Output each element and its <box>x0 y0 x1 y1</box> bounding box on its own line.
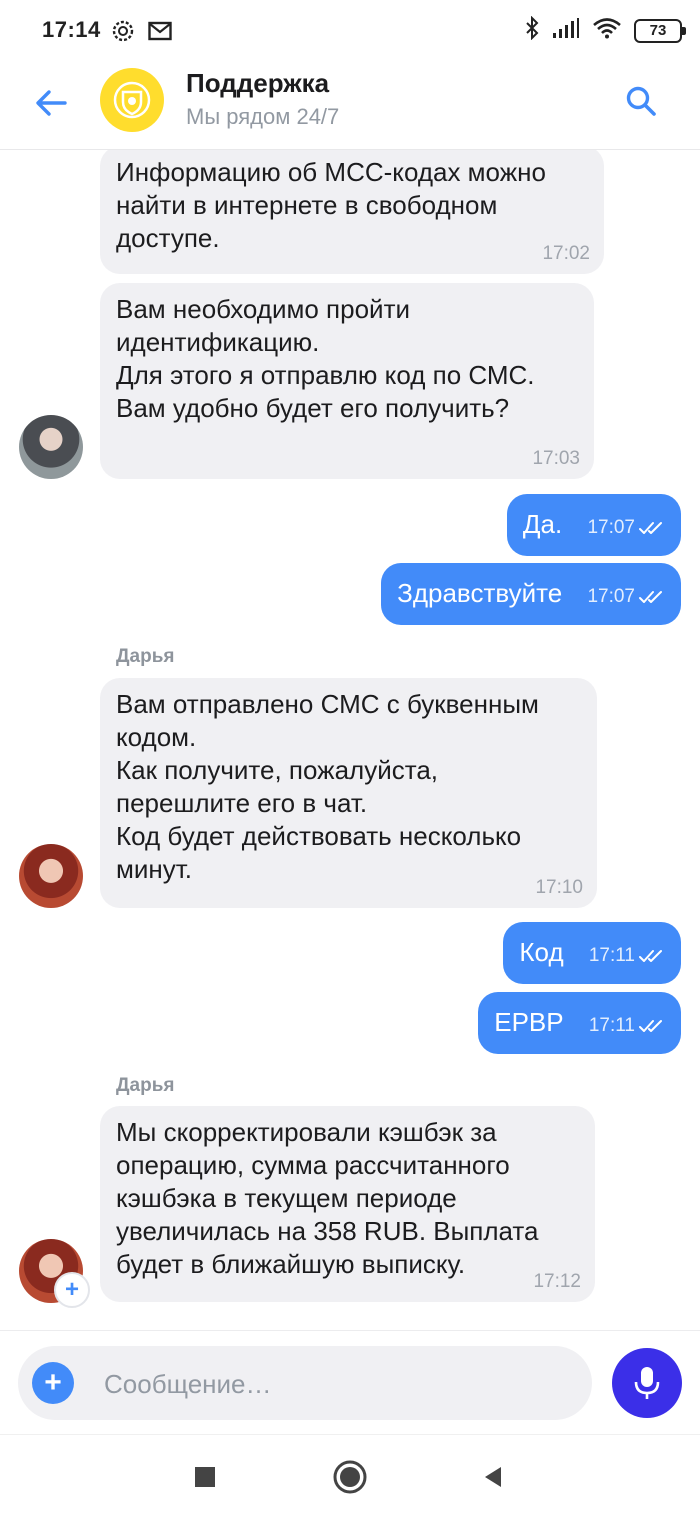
status-time: 17:14 <box>42 17 101 42</box>
wifi-icon <box>592 17 622 44</box>
message-time: 17:11 <box>588 1015 635 1036</box>
home-circle-icon <box>333 1460 367 1494</box>
message-meta: 17:11 <box>589 939 665 972</box>
mail-icon <box>148 21 172 46</box>
status-bar: 17:14 73 <box>0 0 700 62</box>
bank-logo[interactable] <box>100 68 164 132</box>
status-right-icons: 73 <box>524 15 686 45</box>
status-left-icons <box>110 18 172 49</box>
microphone-icon <box>634 1367 660 1399</box>
message-text: Вам необходимо пройти идентификацию. Для… <box>116 294 535 423</box>
double-check-icon <box>639 590 662 603</box>
battery-icon: 73 <box>634 18 686 43</box>
message-time: 17:07 <box>587 517 635 538</box>
message-bubble-outgoing[interactable]: Здравствуйте 17:07 <box>381 563 681 625</box>
message-text: ЕРВР <box>494 1007 564 1037</box>
attach-button[interactable]: + <box>32 1362 74 1404</box>
message-text: Да. <box>522 509 563 539</box>
double-check-icon <box>639 949 662 962</box>
search-button[interactable] <box>618 78 664 124</box>
signal-icon <box>552 17 580 44</box>
agent-avatar[interactable] <box>19 415 83 479</box>
chat-subtitle: Мы рядом 24/7 <box>186 104 340 129</box>
chat-header: Поддержка Мы рядом 24/7 <box>0 62 700 150</box>
message-time: 17:02 <box>542 243 590 264</box>
message-meta: 17:07 <box>587 511 665 544</box>
message-time: 17:10 <box>535 877 583 898</box>
message-bubble-outgoing[interactable]: Код 17:11 <box>503 922 681 984</box>
chat-thread[interactable]: Информацию об МСС-кодах можно найти в ин… <box>0 150 700 1330</box>
square-icon <box>195 1467 215 1487</box>
back-nav-button[interactable] <box>473 1457 513 1497</box>
message-bubble-incoming[interactable]: Мы скорректировали кэшбэк за операцию, с… <box>100 1106 595 1302</box>
bluetooth-icon <box>524 15 540 45</box>
message-input[interactable] <box>104 1368 564 1400</box>
message-time: 17:11 <box>588 945 635 966</box>
message-time: 17:12 <box>533 1271 581 1292</box>
message-bubble-incoming[interactable]: Вам отправлено СМС с буквенным кодом. Ка… <box>100 678 597 908</box>
message-text: Мы скорректировали кэшбэк за операцию, с… <box>116 1117 539 1279</box>
triangle-back-icon <box>485 1467 501 1487</box>
message-time: 17:07 <box>587 586 635 607</box>
message-composer: + <box>0 1330 700 1434</box>
message-bubble-incoming[interactable]: Информацию об МСС-кодах можно найти в ин… <box>100 150 604 274</box>
agent-avatar[interactable] <box>19 844 83 908</box>
message-text: Вам отправлено СМС с буквенным кодом. Ка… <box>116 689 539 884</box>
system-navigation-bar <box>0 1434 700 1517</box>
sender-name: Дарья <box>116 1075 175 1096</box>
message-meta: 17:11 <box>589 1009 665 1042</box>
message-bubble-incoming[interactable]: Вам необходимо пройти идентификацию. Для… <box>100 283 594 479</box>
recent-apps-button[interactable] <box>185 1457 225 1497</box>
message-text: Здравствуйте <box>397 578 563 608</box>
arrow-left-icon <box>36 90 67 116</box>
sender-name: Дарья <box>116 646 175 667</box>
add-reaction-button[interactable]: + <box>54 1272 90 1308</box>
settings-gear-icon <box>110 18 136 49</box>
message-bubble-outgoing[interactable]: Да. 17:07 <box>506 494 681 556</box>
home-button[interactable] <box>330 1457 370 1497</box>
double-check-icon <box>639 1019 662 1032</box>
message-input-container[interactable]: + <box>18 1346 592 1420</box>
message-text: Информацию об МСС-кодах можно найти в ин… <box>116 157 546 253</box>
message-bubble-outgoing[interactable]: ЕРВР 17:11 <box>478 992 681 1054</box>
voice-message-button[interactable] <box>612 1348 682 1418</box>
search-icon <box>626 86 656 116</box>
back-button[interactable] <box>28 80 74 126</box>
shield-emblem-icon <box>113 81 151 119</box>
message-meta: 17:07 <box>587 580 665 613</box>
message-time: 17:03 <box>532 448 580 469</box>
message-text: Код <box>519 937 564 967</box>
chat-title: Поддержка <box>186 68 330 98</box>
double-check-icon <box>639 521 662 534</box>
